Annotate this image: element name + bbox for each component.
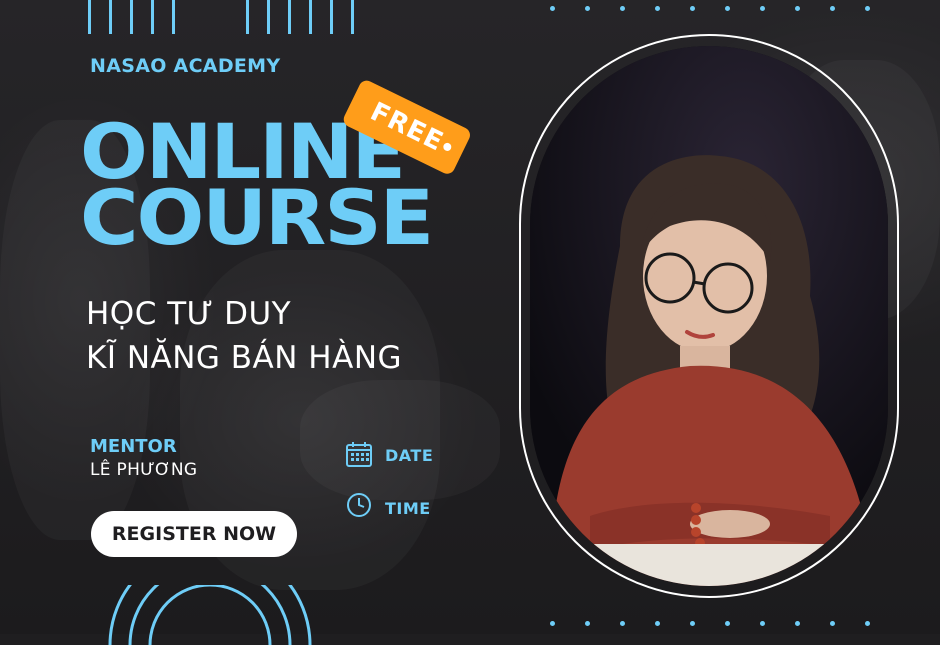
decor-dots-bottom xyxy=(550,621,870,626)
decor-bars-left xyxy=(88,0,175,34)
clock-icon xyxy=(347,493,371,517)
decor-dots-top xyxy=(550,6,870,11)
academy-name: NASAO ACADEMY xyxy=(90,55,281,77)
date-label: DATE xyxy=(385,446,434,465)
mentor-portrait-illustration xyxy=(530,46,888,586)
calendar-icon xyxy=(346,442,372,467)
mentor-photo xyxy=(530,46,888,586)
register-now-button[interactable]: REGISTER NOW xyxy=(91,511,297,557)
time-label: TIME xyxy=(385,499,431,518)
mentor-label: MENTOR xyxy=(90,436,177,457)
subtitle-line2: KĨ NĂNG BÁN HÀNG xyxy=(86,340,403,376)
headline-line2: COURSE xyxy=(80,173,434,262)
mentor-name: LÊ PHƯƠNG xyxy=(90,460,198,480)
subtitle-line1: HỌC TƯ DUY xyxy=(86,296,292,332)
decor-arcs xyxy=(108,585,312,645)
decor-bars-right xyxy=(246,0,354,34)
